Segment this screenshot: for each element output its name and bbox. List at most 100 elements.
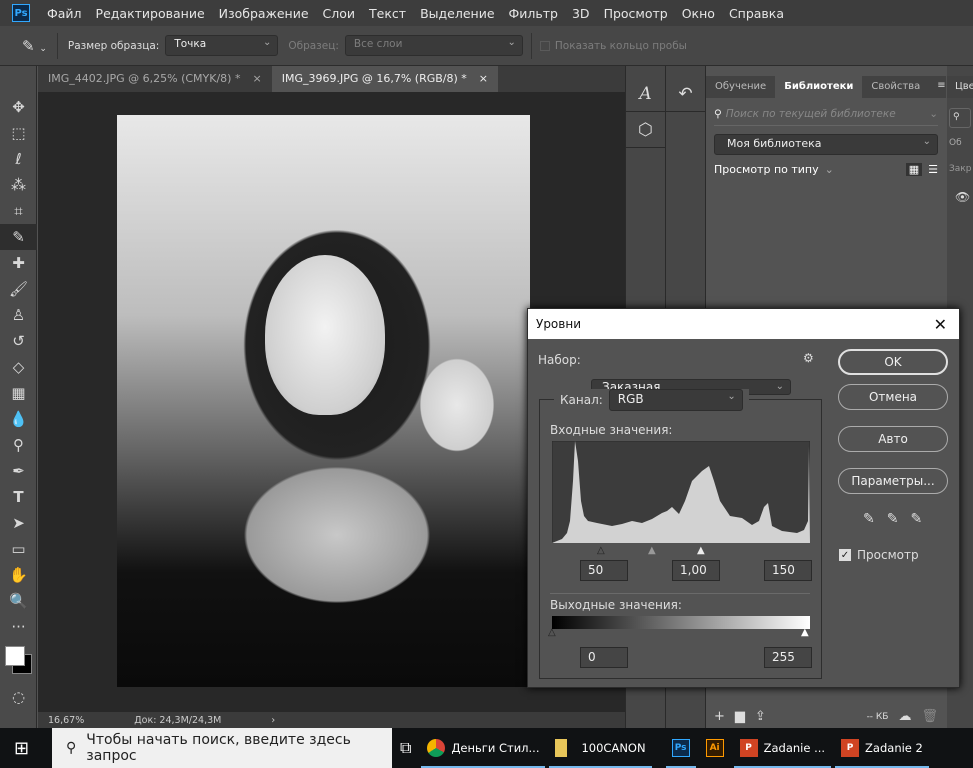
preview-checkbox[interactable]: ✓ [839,549,851,561]
zoom-level[interactable]: 16,67% [48,715,84,726]
task-view-icon[interactable]: ⧉ [392,728,419,768]
magic-wand-tool-icon[interactable]: ⁂ [0,172,37,198]
options-button[interactable]: Параметры... [838,468,948,494]
menu-file[interactable]: Файл [40,6,89,21]
output-levels-label: Выходные значения: [550,598,682,612]
menu-select[interactable]: Выделение [413,6,501,21]
menu-type[interactable]: Текст [362,6,413,21]
options-bar: ✎ ⌄ Размер образца: Точка ⌄ Образец: Все … [0,26,973,66]
photoshop-icon: Ps [671,739,690,757]
menu-filter[interactable]: Фильтр [502,6,565,21]
status-menu-arrow[interactable]: › [271,715,275,726]
taskbar-search[interactable]: ⚲ Чтобы начать поиск, введите здесь запро… [52,728,392,768]
marquee-tool-icon[interactable]: ⬚ [0,120,37,146]
preset-options-gear-icon[interactable]: ⚙ [803,351,814,365]
stamp-tool-icon[interactable]: ♙ [0,302,37,328]
history-brush-tool-icon[interactable]: ↺ [0,328,37,354]
healing-brush-tool-icon[interactable]: ✚ [0,250,37,276]
tab-libraries[interactable]: Библиотеки [775,76,863,98]
close-tab-icon[interactable]: × [479,72,488,86]
white-point-eyedropper-icon[interactable]: ✎ [910,511,922,527]
upload-icon[interactable]: ⇪ [755,709,766,724]
tab-learn[interactable]: Обучение [706,76,775,98]
history-panel-icon[interactable]: ↶ [666,76,705,112]
taskbar-folder[interactable]: 100CANON [547,728,653,768]
output-white-slider[interactable]: ▲ [801,627,809,638]
trash-icon[interactable]: 🗑 [921,709,938,724]
taskbar-illustrator[interactable]: Ai [698,728,732,768]
input-black-field[interactable]: 50 [580,560,628,581]
tab-img-4402[interactable]: IMG_4402.JPG @ 6,25% (CMYK/8) * × [38,66,272,92]
tab-img-3969[interactable]: IMG_3969.JPG @ 16,7% (RGB/8) * × [271,66,499,92]
grid-view-icon[interactable]: ▦ [905,163,923,176]
crop-tool-icon[interactable]: ⌗ [0,198,37,224]
chrome-icon [427,739,446,757]
dodge-tool-icon[interactable]: ⚲ [0,432,37,458]
gray-point-eyedropper-icon[interactable]: ✎ [887,511,899,527]
channel-select[interactable]: RGB ⌄ [608,389,743,411]
cloud-icon[interactable]: ☁ [898,709,911,724]
tab-color[interactable]: Цве [947,76,973,98]
hand-tool-icon[interactable]: ✋ [0,562,37,588]
black-point-eyedropper-icon[interactable]: ✎ [863,511,875,527]
input-gamma-field[interactable]: 1,00 [672,560,720,581]
color-swatches[interactable] [0,640,36,684]
menu-image[interactable]: Изображение [212,6,316,21]
taskbar-photoshop[interactable]: Ps [664,728,698,768]
pen-tool-icon[interactable]: ✒ [0,458,37,484]
folder-icon[interactable]: ▆ [735,709,745,724]
tab-properties[interactable]: Свойства [862,76,929,98]
library-search[interactable]: ⚲ Поиск по текущей библиотеке ⌄ [714,108,938,126]
preset-label: Набор: [538,353,581,367]
sample-size-select[interactable]: Точка ⌄ [165,35,279,56]
lasso-tool-icon[interactable]: ℓ [0,146,37,172]
input-white-field[interactable]: 150 [764,560,812,581]
input-black-slider[interactable]: △ [597,545,605,556]
input-white-slider[interactable]: ▲ [697,545,705,556]
eyedropper-tool-preset-icon[interactable]: ✎ ⌄ [22,37,47,55]
close-icon[interactable]: ✕ [922,315,959,334]
windows-start-icon[interactable]: ⊞ [14,738,29,759]
menu-3d[interactable]: 3D [565,6,597,21]
type-tool-icon[interactable]: T [0,484,37,510]
levels-dialog: Уровни ✕ Набор: Заказная ⌄ ⚙ Канал: RGB ⌄ В… [527,308,960,688]
auto-button[interactable]: Авто [838,426,948,452]
eye-icon[interactable]: 👁 [955,190,973,204]
menu-help[interactable]: Справка [722,6,791,21]
list-view-icon[interactable]: ☰ [928,163,938,176]
ok-button[interactable]: OK [838,349,948,375]
view-by-type-dropdown[interactable]: Просмотр по типу [714,163,819,176]
path-selection-tool-icon[interactable]: ➤ [0,510,37,536]
eraser-tool-icon[interactable]: ◇ [0,354,37,380]
cancel-button[interactable]: Отмена [838,384,948,410]
library-select[interactable]: Моя библиотека ⌄ [714,134,938,155]
taskbar-powerpoint-1[interactable]: P Zadanie ... [732,728,833,768]
more-tools-icon[interactable]: ··· [0,614,37,640]
taskbar-powerpoint-2[interactable]: P Zadanie 2 [833,728,931,768]
rectangle-tool-icon[interactable]: ▭ [0,536,37,562]
far-search-icon[interactable]: ⚲ [949,108,971,128]
menu-layers[interactable]: Слои [316,6,363,21]
eyedropper-tool-icon[interactable]: ✎ [0,224,37,250]
add-icon[interactable]: + [714,709,725,724]
character-panel-icon[interactable]: A [626,76,665,112]
output-black-slider[interactable]: △ [548,627,556,638]
menu-window[interactable]: Окно [675,6,722,21]
menu-edit[interactable]: Редактирование [89,6,212,21]
taskbar-chrome[interactable]: Деньги Стил... [419,728,547,768]
blur-tool-icon[interactable]: 💧 [0,406,37,432]
output-black-field[interactable]: 0 [580,647,628,668]
gradient-tool-icon[interactable]: ▦ [0,380,37,406]
zoom-tool-icon[interactable]: 🔍 [0,588,37,614]
show-ring-label: Показать кольцо пробы [554,39,687,52]
brush-tool-icon[interactable]: 🖌 [0,276,37,302]
output-white-field[interactable]: 255 [764,647,812,668]
input-gamma-slider[interactable]: ▲ [648,545,656,556]
menu-view[interactable]: Просмотр [597,6,675,21]
close-tab-icon[interactable]: × [252,72,261,86]
3d-panel-icon[interactable]: ⬡ [626,112,665,148]
folder-icon [555,739,568,757]
move-tool-icon[interactable]: ✥ [0,94,37,120]
quick-mask-icon[interactable]: ◌ [0,684,37,710]
input-levels-label: Входные значения: [550,423,673,437]
